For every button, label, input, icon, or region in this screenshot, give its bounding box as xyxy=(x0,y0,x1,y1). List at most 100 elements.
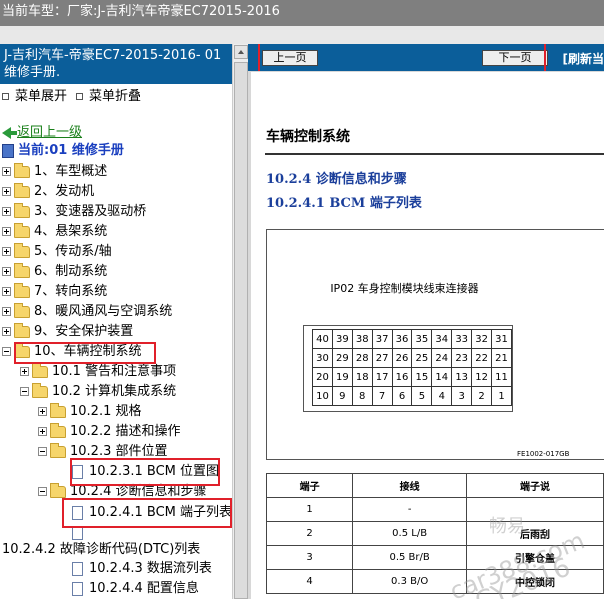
expand-icon[interactable] xyxy=(38,427,47,436)
tree-item-10-1[interactable]: 10.1 警告和注意事项 xyxy=(20,362,176,382)
pin-cell: 9 xyxy=(331,386,353,406)
pin-cell: 7 xyxy=(371,386,393,406)
tree-item-9[interactable]: 9、安全保护装置 xyxy=(2,322,133,342)
folder-icon xyxy=(14,282,30,298)
collapse-icon[interactable] xyxy=(38,487,47,496)
content-panel: 上一页 下一页 [刷新当 车辆控制系统 10.2.4 诊断信息和步骤 10.2.… xyxy=(248,44,604,599)
tree-item-5[interactable]: 5、传动系/轴 xyxy=(2,242,112,262)
folder-icon xyxy=(14,202,30,218)
collapse-icon[interactable] xyxy=(20,387,29,396)
expand-icon[interactable] xyxy=(20,367,29,376)
pin-cell: 15 xyxy=(411,367,433,387)
pin-cell: 18 xyxy=(351,367,373,387)
highlight-box xyxy=(70,458,220,486)
collapse-icon[interactable] xyxy=(38,447,47,456)
scroll-thumb[interactable] xyxy=(234,62,248,599)
pin-cell: 37 xyxy=(371,329,393,349)
table-cell: - xyxy=(352,497,468,522)
pin-cell: 28 xyxy=(351,348,373,368)
tree-item-10-2-2[interactable]: 10.2.2 描述和操作 xyxy=(38,422,180,442)
pin-cell: 27 xyxy=(371,348,393,368)
system-title: 车辆控制系统 xyxy=(266,129,350,145)
table-cell: 1 xyxy=(265,497,354,522)
table-row: 1- xyxy=(265,497,604,522)
highlight-box xyxy=(258,44,546,74)
watermark: 畅易 xyxy=(489,516,525,537)
pin-cell: 38 xyxy=(351,329,373,349)
pin-cell: 14 xyxy=(431,367,453,387)
toolbar-gap xyxy=(0,26,604,44)
pin-row: 20 19 18 17 16 15 14 13 12 11 xyxy=(312,367,512,387)
expand-icon[interactable] xyxy=(2,167,11,176)
pin-cell: 20 xyxy=(312,367,333,387)
tree-item-4[interactable]: 4、悬架系统 xyxy=(2,222,107,242)
expand-icon[interactable] xyxy=(2,227,11,236)
document-page: 车辆控制系统 10.2.4 诊断信息和步骤 10.2.4.1 BCM 端子列表 … xyxy=(251,72,604,599)
tree-item-6[interactable]: 6、制动系统 xyxy=(2,262,107,282)
tree-item-2[interactable]: 2、发动机 xyxy=(2,182,94,202)
table-cell: 0.5 L/B xyxy=(352,521,468,546)
back-link[interactable]: 返回上一级 xyxy=(2,123,82,143)
tree-item-3[interactable]: 3、变速器及驱动桥 xyxy=(2,202,146,222)
expand-icon[interactable] xyxy=(2,307,11,316)
figure-code: FE1002-017GB xyxy=(517,450,570,458)
connector-title: IP02 车身控制模块线束连接器 xyxy=(330,282,479,295)
pin-cell: 36 xyxy=(391,329,413,349)
back-arrow-icon xyxy=(2,126,17,139)
column-header: 端子说 xyxy=(466,473,604,498)
highlight-box xyxy=(62,498,232,528)
pin-cell: 29 xyxy=(331,348,353,368)
expand-icon[interactable] xyxy=(2,207,11,216)
tree-item-8[interactable]: 8、暖风通风与空调系统 xyxy=(2,302,172,322)
pin-cell: 12 xyxy=(471,367,493,387)
pin-cell: 2 xyxy=(471,386,493,406)
expand-icon[interactable] xyxy=(2,267,11,276)
document-viewer[interactable]: 车辆控制系统 10.2.4 诊断信息和步骤 10.2.4.1 BCM 端子列表 … xyxy=(248,71,604,599)
folder-icon xyxy=(14,322,30,338)
expand-all-button[interactable]: 菜单展开 xyxy=(2,87,67,107)
folder-icon xyxy=(14,162,30,178)
tree-item-10-2-1[interactable]: 10.2.1 规格 xyxy=(38,402,141,422)
tree-item-10-2[interactable]: 10.2 计算机集成系统 xyxy=(20,382,176,402)
connector-diagram: IP02 车身控制模块线束连接器 40 39 38 37 36 35 34 33 32 31 30 2… xyxy=(266,229,604,460)
book-icon xyxy=(2,143,14,158)
pin-cell: 40 xyxy=(312,329,333,349)
folder-icon xyxy=(14,182,30,198)
collapse-all-button[interactable]: 菜单折叠 xyxy=(76,87,141,107)
expand-icon[interactable] xyxy=(2,247,11,256)
tree-item-10-2-4-3[interactable]: 10.2.4.3 数据流列表 xyxy=(72,559,212,579)
pin-cell: 24 xyxy=(431,348,453,368)
pin-cell: 3 xyxy=(451,386,473,406)
pin-cell: 32 xyxy=(471,329,493,349)
refresh-link[interactable]: [刷新当 xyxy=(563,50,604,67)
expand-icon[interactable] xyxy=(2,287,11,296)
expand-icon[interactable] xyxy=(38,407,47,416)
expand-icon[interactable] xyxy=(2,187,11,196)
pin-row: 30 29 28 27 26 25 24 23 22 21 xyxy=(312,348,512,368)
column-header: 接线 xyxy=(352,473,468,498)
left-panel: J-吉利汽车-帝豪EC7-2015-2016- 01 维修手册. 菜单展开 菜单… xyxy=(0,44,248,599)
pin-cell: 5 xyxy=(411,386,433,406)
folder-icon xyxy=(32,362,48,378)
collapse-icon[interactable] xyxy=(2,347,11,356)
square-icon xyxy=(76,93,83,100)
pin-cell: 6 xyxy=(391,386,413,406)
table-cell: 4 xyxy=(265,569,354,594)
tree-item-10-2-4-2[interactable]: 10.2.4.2 故障诊断代码(DTC)列表 xyxy=(2,540,200,560)
expand-icon[interactable] xyxy=(2,327,11,336)
scroll-up-button[interactable] xyxy=(234,45,248,59)
column-header: 端子 xyxy=(265,473,354,498)
pin-cell: 10 xyxy=(312,386,333,406)
folder-icon xyxy=(50,422,66,438)
highlight-box xyxy=(14,342,156,364)
left-scrollbar[interactable] xyxy=(232,44,248,599)
folder-open-icon xyxy=(50,482,66,498)
tree-item-10-2-4-4[interactable]: 10.2.4.4 配置信息 xyxy=(72,579,199,599)
current-model-value: 厂家:J-吉利汽车帝豪EC72015-2016 xyxy=(67,4,280,19)
table-cell: 0.5 Br/B xyxy=(352,545,468,570)
pin-cell: 4 xyxy=(431,386,453,406)
tree-item-7[interactable]: 7、转向系统 xyxy=(2,282,107,302)
tree-item-1[interactable]: 1、车型概述 xyxy=(2,162,107,182)
pin-cell: 21 xyxy=(491,348,512,368)
square-icon xyxy=(2,93,9,100)
